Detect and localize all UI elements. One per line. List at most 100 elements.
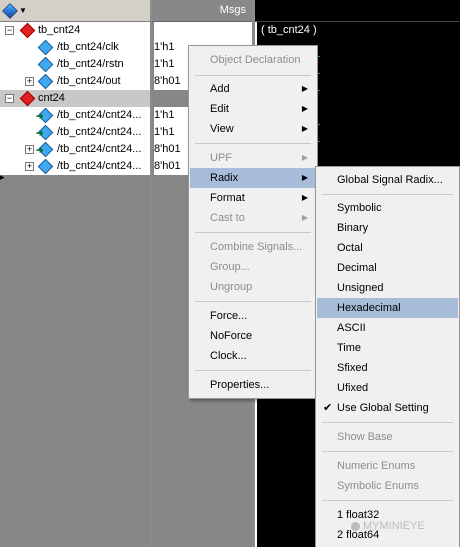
module-icon <box>19 90 36 107</box>
menu-item-decimal[interactable]: Decimal <box>317 258 458 278</box>
menu-item-label: Show Base <box>337 431 393 443</box>
submenu-arrow-icon: ▶ <box>301 104 308 113</box>
menu-item-binary[interactable]: Binary <box>317 218 458 238</box>
menu-item-numeric-enums: Numeric Enums <box>317 456 458 476</box>
menu-item-label: NoForce <box>210 330 253 342</box>
menu-item-view[interactable]: View ▶ <box>190 119 316 139</box>
menu-item-label: Symbolic <box>337 202 382 214</box>
tree-row-label: /tb_cnt24/cnt24... <box>57 126 142 138</box>
signal-icon <box>37 56 54 73</box>
menu-item-ascii[interactable]: ASCII <box>317 318 458 338</box>
signal-tree: − tb_cnt24 /tb_cnt24/clk /tb_cnt24/rstn … <box>0 22 150 175</box>
menu-item-use-global-setting[interactable]: ✔ Use Global Setting <box>317 398 458 418</box>
wave-module-label: ( tb_cnt24 ) <box>261 24 317 36</box>
menu-item-object-declaration: Object Declaration <box>190 50 316 70</box>
wave-header <box>255 0 460 22</box>
menu-item-force[interactable]: Force... <box>190 306 316 326</box>
tree-row-bus[interactable]: + /tb_cnt24/out <box>0 73 150 90</box>
menu-item-label: Time <box>337 342 362 354</box>
port-arrow-icon: ➔ <box>36 145 44 155</box>
menu-item-label: Properties... <box>210 379 270 391</box>
signal-icon <box>37 73 54 90</box>
menu-item-ufixed[interactable]: Ufixed <box>317 378 458 398</box>
menu-item-label: Ungroup <box>210 281 253 293</box>
tree-row-module[interactable]: − cnt24 <box>0 90 150 107</box>
menu-item-label: Symbolic Enums <box>337 480 419 492</box>
menu-item-time[interactable]: Time <box>317 338 458 358</box>
menu-item-combine-signals: Combine Signals... <box>190 237 316 257</box>
tree-row-bus[interactable]: + /tb_cnt24/cnt24... <box>0 158 150 175</box>
expand-icon[interactable]: + <box>25 145 34 154</box>
menu-item-label: Use Global Setting <box>337 402 429 414</box>
tree-row-port[interactable]: ➔ /tb_cnt24/cnt24... <box>0 124 150 141</box>
menu-separator <box>322 500 453 501</box>
menu-item-global-signal-radix[interactable]: Global Signal Radix... <box>317 170 458 190</box>
cursor-marker-icon: ▸ <box>0 172 5 182</box>
watermark-text: MYMINIEYE <box>363 520 425 532</box>
collapse-icon[interactable]: − <box>5 26 14 35</box>
submenu-arrow-icon: ▶ <box>301 153 308 162</box>
tree-header: ▼ <box>0 0 150 22</box>
menu-item-properties[interactable]: Properties... <box>190 375 316 395</box>
submenu-arrow-icon: ▶ <box>301 84 308 93</box>
menu-item-sfixed[interactable]: Sfixed <box>317 358 458 378</box>
menu-separator <box>195 75 311 76</box>
menu-separator <box>195 143 311 144</box>
menu-separator <box>322 451 453 452</box>
menu-item-label: Group... <box>210 261 250 273</box>
tree-row-label: tb_cnt24 <box>38 24 81 36</box>
menu-item-hexadecimal[interactable]: Hexadecimal <box>317 298 458 318</box>
menu-item-noforce[interactable]: NoForce <box>190 326 316 346</box>
menu-item-add[interactable]: Add ▶ <box>190 79 316 99</box>
collapse-icon[interactable]: − <box>5 94 14 103</box>
menu-item-octal[interactable]: Octal <box>317 238 458 258</box>
tree-row-port[interactable]: ➔ /tb_cnt24/cnt24... <box>0 107 150 124</box>
menu-item-label: Ufixed <box>337 382 369 394</box>
menu-item-label: Force... <box>210 310 248 322</box>
msg-value <box>154 22 252 39</box>
tree-row-label: /tb_cnt24/out <box>57 75 121 87</box>
menu-item-label: Hexadecimal <box>337 302 401 314</box>
menu-item-format[interactable]: Format ▶ <box>190 188 316 208</box>
menu-item-label: ASCII <box>337 322 366 334</box>
menu-separator <box>195 370 311 371</box>
submenu-arrow-icon: ▶ <box>301 213 308 222</box>
menu-item-edit[interactable]: Edit ▶ <box>190 99 316 119</box>
tree-row-module[interactable]: − tb_cnt24 <box>0 22 150 39</box>
menu-item-label: Combine Signals... <box>210 241 303 253</box>
menu-item-label: Cast to <box>210 212 245 224</box>
submenu-arrow-icon: ▶ <box>301 193 308 202</box>
tree-row-signal[interactable]: /tb_cnt24/rstn <box>0 56 150 73</box>
wave-toolbar-icon[interactable] <box>2 3 18 19</box>
submenu-arrow-icon: ▶ <box>301 173 308 182</box>
menu-item-ungroup: Ungroup <box>190 277 316 297</box>
menu-item-unsigned[interactable]: Unsigned <box>317 278 458 298</box>
menu-item-radix[interactable]: Radix ▶ <box>190 168 316 188</box>
menu-item-clock[interactable]: Clock... <box>190 346 316 366</box>
menu-item-label: Unsigned <box>337 282 384 294</box>
signal-tree-panel: ▼ − tb_cnt24 /tb_cnt24/clk /tb_cnt24/rst… <box>0 0 150 547</box>
menu-separator <box>322 194 453 195</box>
menu-item-label: Octal <box>337 242 363 254</box>
menu-item-symbolic-enums: Symbolic Enums <box>317 476 458 496</box>
checkmark-icon: ✔ <box>323 402 333 414</box>
menu-item-label: UPF <box>210 152 232 164</box>
menu-item-label: Numeric Enums <box>337 460 416 472</box>
menu-item-label: Edit <box>210 103 229 115</box>
signal-icon <box>37 158 54 175</box>
port-arrow-icon: ➔ <box>36 128 44 138</box>
context-menu: Object Declaration Add ▶ Edit ▶ View ▶ UPF ▶… <box>188 45 318 399</box>
tree-row-label: /tb_cnt24/clk <box>57 41 119 53</box>
menu-item-label: Format <box>210 192 245 204</box>
chevron-down-icon[interactable]: ▼ <box>19 6 27 15</box>
menu-item-label: Binary <box>337 222 369 234</box>
submenu-arrow-icon: ▶ <box>301 124 308 133</box>
tree-row-port-bus[interactable]: + ➔ /tb_cnt24/cnt24... <box>0 141 150 158</box>
tree-row-label: /tb_cnt24/cnt24... <box>57 143 142 155</box>
signal-icon <box>37 39 54 56</box>
expand-icon[interactable]: + <box>25 162 34 171</box>
port-arrow-icon: ➔ <box>36 111 44 121</box>
menu-item-symbolic[interactable]: Symbolic <box>317 198 458 218</box>
tree-row-signal[interactable]: /tb_cnt24/clk <box>0 39 150 56</box>
expand-icon[interactable]: + <box>25 77 34 86</box>
